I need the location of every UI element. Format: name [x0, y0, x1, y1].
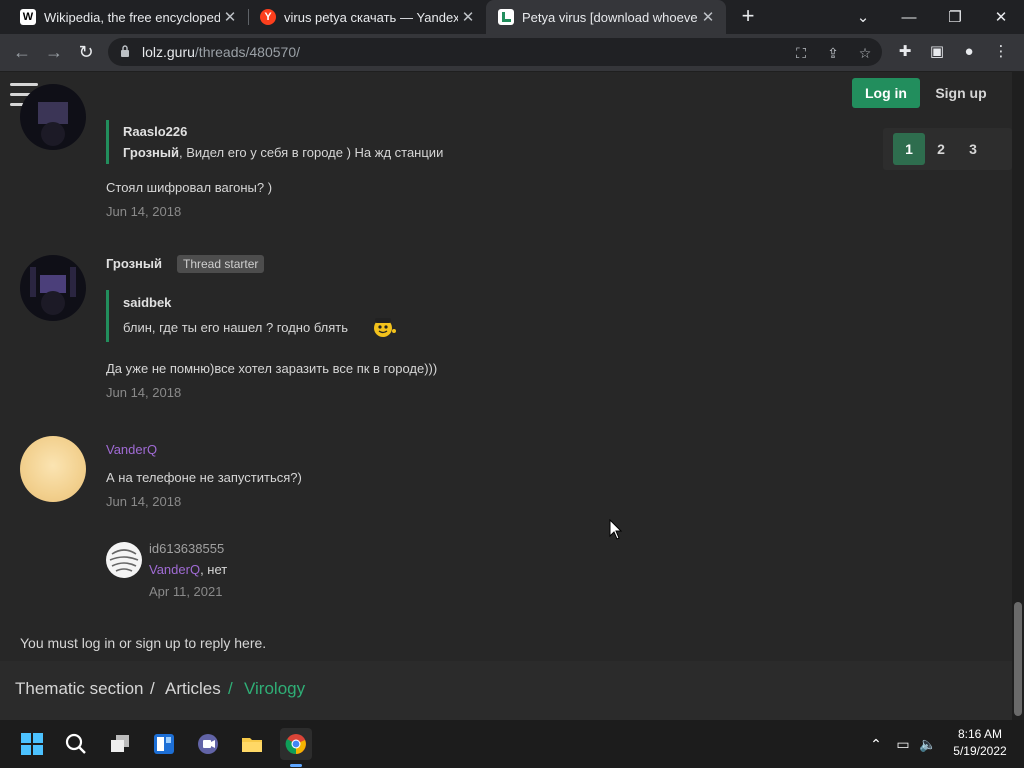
page-1-button[interactable]: 1 [893, 133, 925, 165]
close-window-icon[interactable]: ✕ [978, 0, 1024, 34]
comment-body: , нет [200, 562, 228, 577]
tab-wikipedia[interactable]: W Wikipedia, the free encyclopedia ✕ [8, 0, 248, 34]
wikipedia-icon: W [20, 9, 36, 25]
post-message: Да уже не помню)все хотел заразить все п… [106, 361, 438, 376]
quote-body: блин, где ты его нашел ? годно блять [123, 320, 349, 335]
address-bar[interactable]: lolz.guru/threads/480570/ ⛶ ⇪ ☆ [108, 38, 882, 66]
tab-title: virus petya скачать — Yandex: 9 [284, 9, 458, 25]
url-text: lolz.guru/threads/480570/ [142, 44, 300, 60]
volume-icon[interactable]: 🔈 [918, 734, 938, 754]
breadcrumb-separator: / [150, 679, 155, 698]
post-message: А на телефоне не запуститься?) [106, 470, 302, 485]
url-path: /threads/480570/ [194, 44, 301, 60]
login-button[interactable]: Log in [852, 78, 920, 108]
close-tab-icon[interactable]: ✕ [458, 8, 478, 26]
tab-search-icon[interactable]: ⌄ [840, 0, 886, 34]
avatar[interactable] [106, 542, 142, 578]
clock-time: 8:16 AM [957, 727, 1003, 741]
comment-text: VanderQ, нет [149, 562, 227, 577]
avatar[interactable] [20, 84, 86, 150]
quote-text: Грозный, Видел его у себя в городе ) На … [123, 145, 443, 160]
tab-yandex[interactable]: Y virus petya скачать — Yandex: 9 ✕ [248, 0, 486, 34]
login-required-note: You must log in or sign up to reply here… [20, 635, 267, 651]
tab-title: Petya virus [download whoever n [522, 9, 698, 25]
post-author[interactable]: Грозный [106, 256, 162, 271]
profile-icon[interactable]: ● [960, 43, 978, 61]
new-tab-icon[interactable]: + [736, 4, 760, 28]
task-view-icon[interactable] [104, 728, 136, 760]
comment-mention[interactable]: VanderQ [149, 562, 200, 577]
quote-block: Raaslo226 Грозный, Видел его у себя в го… [106, 120, 509, 164]
widgets-icon[interactable] [148, 728, 180, 760]
bookmark-star-icon[interactable]: ☆ [856, 44, 874, 62]
close-tab-icon[interactable]: ✕ [698, 8, 718, 26]
teams-chat-icon[interactable] [192, 728, 224, 760]
quote-body: , Видел его у себя в городе ) На жд стан… [179, 145, 444, 160]
lolz-icon [498, 9, 514, 25]
tab-title: Wikipedia, the free encyclopedia [44, 9, 220, 25]
breadcrumb-separator: / [228, 679, 233, 698]
pagination: 1 2 3 [883, 128, 1012, 170]
breadcrumb-articles[interactable]: Articles [165, 679, 221, 699]
search-icon[interactable] [60, 728, 92, 760]
mouse-cursor-icon [609, 519, 623, 540]
thread-starter-badge: Thread starter [177, 255, 265, 273]
post-message: Стоял шифровал вагоны? ) [106, 180, 273, 195]
forward-icon[interactable]: → [43, 41, 65, 63]
post-date[interactable]: Jun 14, 2018 [106, 204, 181, 219]
avatar[interactable] [20, 255, 86, 321]
active-app-indicator [290, 764, 302, 767]
post-date[interactable]: Jun 14, 2018 [106, 385, 181, 400]
page-scrollbar-thumb[interactable] [1014, 602, 1022, 716]
extensions-icon[interactable]: ✚ [896, 43, 914, 61]
restore-icon[interactable]: ❐ [932, 0, 978, 34]
back-icon[interactable]: ← [11, 41, 33, 63]
comment-author[interactable]: id613638555 [149, 541, 224, 556]
page-2-button[interactable]: 2 [925, 133, 957, 165]
quote-author[interactable]: saidbek [123, 295, 171, 310]
post-date[interactable]: Jun 14, 2018 [106, 494, 181, 509]
breadcrumb: Thematic section / Articles / Virology [0, 661, 1012, 720]
windows-start-icon[interactable] [16, 728, 48, 760]
translate-icon[interactable]: ⛶ [792, 44, 810, 62]
comment-date[interactable]: Apr 11, 2021 [149, 584, 222, 599]
quote-author[interactable]: Raaslo226 [123, 124, 187, 139]
tab-petya-virus[interactable]: Petya virus [download whoever n ✕ [486, 0, 726, 34]
minimize-icon[interactable]: — [886, 0, 932, 34]
show-hidden-icons-icon[interactable]: ⌃ [866, 734, 886, 754]
reload-icon[interactable]: ↻ [75, 41, 97, 63]
thread-page: Log in Sign up 1 2 3 Raaslo226 Грозный, … [0, 72, 1012, 720]
windows-taskbar: ⌃ ▭ 🔈 8:16 AM 5/19/2022 [0, 720, 1024, 768]
quote-mention[interactable]: Грозный [123, 145, 179, 160]
quote-block: saidbek блин, где ты его нашел ? годно б… [106, 290, 509, 342]
signup-button[interactable]: Sign up [930, 78, 992, 108]
post-author[interactable]: VanderQ [106, 442, 157, 457]
avatar[interactable] [20, 436, 86, 502]
chrome-icon[interactable] [280, 728, 312, 760]
taskbar-clock[interactable]: 8:16 AM 5/19/2022 [944, 726, 1016, 760]
clock-date: 5/19/2022 [953, 744, 1007, 758]
lock-icon [121, 45, 129, 57]
url-host: lolz.guru [142, 44, 195, 60]
side-panel-icon[interactable]: ▣ [928, 43, 946, 61]
page-3-button[interactable]: 3 [957, 133, 989, 165]
close-tab-icon[interactable]: ✕ [220, 8, 240, 26]
breadcrumb-thematic-section[interactable]: Thematic section [15, 679, 144, 699]
yandex-icon: Y [260, 9, 276, 25]
browser-tab-strip: W Wikipedia, the free encyclopedia ✕ Y v… [0, 0, 1024, 34]
share-icon[interactable]: ⇪ [824, 44, 842, 62]
network-icon[interactable]: ▭ [893, 734, 913, 754]
smiley-emoji-icon [374, 318, 396, 337]
breadcrumb-virology[interactable]: Virology [244, 679, 305, 699]
menu-dots-icon[interactable]: ⋮ [992, 43, 1010, 61]
file-explorer-icon[interactable] [236, 728, 268, 760]
